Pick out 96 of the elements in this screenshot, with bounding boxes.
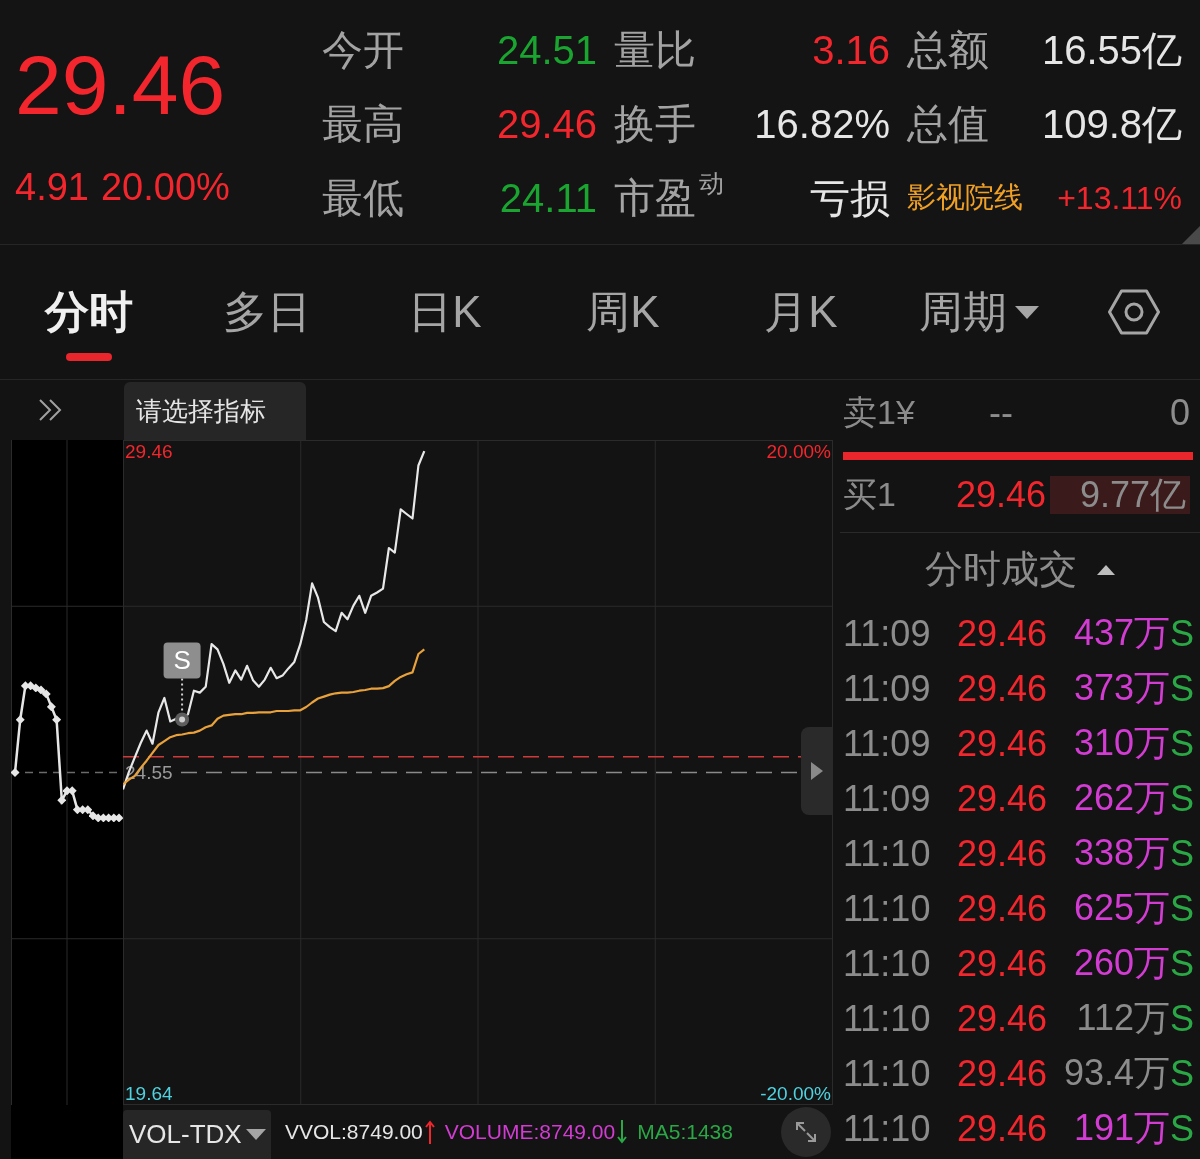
bid-price: 29.46: [955, 474, 1047, 516]
stat-value: 亏损: [809, 174, 890, 222]
ask-price: --: [988, 392, 1014, 434]
stat-value: 24.51: [495, 27, 597, 73]
trade-time: 11:09: [843, 777, 932, 820]
chart-tab[interactable]: 周期: [890, 245, 1068, 379]
bid-label: 买1: [843, 474, 897, 515]
indicator-dropdown[interactable]: VOL-TDX: [123, 1110, 271, 1159]
trade-side: S: [1170, 777, 1193, 820]
trade-volume: 310万: [1072, 721, 1170, 765]
price-axis-label: 19.64: [125, 1083, 173, 1105]
stat-label: 总值: [906, 99, 990, 149]
bid-volume: 9.77亿: [1050, 476, 1190, 514]
trade-side: S: [1170, 612, 1193, 655]
stat-label: 今开: [322, 25, 405, 75]
trade-time: 11:10: [843, 942, 932, 985]
trade-volume: 338万: [1072, 831, 1170, 875]
trade-side: S: [1170, 1052, 1193, 1095]
trade-volume: 262万: [1072, 776, 1170, 820]
arrow-down-icon: [617, 1120, 628, 1144]
trade-side: S: [1170, 1107, 1193, 1150]
trade-side: S: [1170, 887, 1193, 930]
stat-label: 总额: [906, 25, 990, 75]
ask-volume: 0: [1168, 392, 1190, 434]
trade-volume: 437万: [1072, 611, 1170, 655]
trade-price: 29.46: [955, 887, 1047, 930]
trade-price: 29.46: [955, 612, 1047, 655]
expand-handle[interactable]: [801, 727, 833, 815]
caret-right-icon: [811, 762, 823, 780]
trade-side: S: [1170, 832, 1193, 875]
trade-volume: 373万: [1072, 666, 1170, 710]
trade-volume: 191万: [1072, 1106, 1170, 1150]
settings-icon: [1108, 289, 1160, 335]
stat-value: 109.8亿: [1040, 100, 1182, 148]
trade-volume: 625万: [1072, 886, 1170, 930]
trade-price: 29.46: [955, 942, 1047, 985]
percent-change: 20.00%: [100, 165, 230, 209]
stat-label: 换手: [613, 99, 697, 149]
trade-time: 11:10: [843, 887, 932, 930]
trade-price: 29.46: [955, 722, 1047, 765]
trade-price: 29.46: [955, 1052, 1047, 1095]
stat-value: 3.16: [811, 27, 890, 73]
chart-tab[interactable]: 日K: [356, 245, 534, 379]
chart-tab[interactable]: 分时: [0, 245, 178, 379]
caret-up-icon[interactable]: [1097, 564, 1115, 575]
trade-price: 29.46: [955, 667, 1047, 710]
price-axis-label: 29.46: [125, 440, 173, 462]
stat-value: 16.55亿: [1040, 26, 1182, 74]
fullscreen-button[interactable]: [781, 1107, 831, 1157]
trade-time: 11:10: [843, 1052, 932, 1095]
trade-time: 11:10: [843, 997, 932, 1040]
stat-label: 市盈$^{动}$: [613, 170, 725, 223]
caret-down-icon: [1015, 305, 1039, 319]
trade-side: S: [1170, 942, 1193, 985]
price-change: 4.91: [15, 165, 89, 209]
chart-tab[interactable]: 多日: [178, 245, 356, 379]
sector-change: +13.11%: [1056, 179, 1182, 217]
trade-volume: 112万: [1075, 996, 1170, 1040]
trade-side: S: [1170, 722, 1193, 765]
percent-axis-label: 20.00%: [766, 440, 831, 462]
indicator-reading: VVOL:8749.00: [285, 1120, 423, 1144]
trade-price: 29.46: [955, 832, 1047, 875]
indicator-reading: VOLUME:8749.00: [444, 1120, 616, 1144]
trade-time: 11:09: [843, 667, 932, 710]
stat-label: 量比: [613, 25, 697, 75]
double-chevron-icon[interactable]: [37, 398, 63, 422]
annotation: S: [173, 645, 191, 676]
stat-label: 最高: [322, 99, 405, 149]
indicator-picker-button[interactable]: 请选择指标: [124, 382, 306, 440]
stat-value: 29.46: [495, 101, 597, 147]
ask-label: 卖1¥: [843, 392, 916, 433]
stat-value: 24.11: [498, 175, 597, 221]
percent-axis-label: -20.00%: [760, 1083, 831, 1105]
caret-down-icon: [245, 1129, 266, 1140]
chart-tab[interactable]: 月K: [712, 245, 890, 379]
stat-value: 16.82%: [753, 101, 890, 147]
chart-tab[interactable]: 周K: [534, 245, 712, 379]
fullscreen-icon: [794, 1120, 818, 1144]
sector-link[interactable]: 影视院线: [890, 178, 1034, 218]
trades-title[interactable]: 分时成交: [925, 544, 1077, 595]
trade-volume: 260万: [1072, 941, 1170, 985]
last-price: 29.46: [15, 40, 227, 130]
trade-volume: 93.4万: [1062, 1051, 1170, 1095]
trade-time: 11:09: [843, 612, 932, 655]
trade-side: S: [1170, 667, 1193, 710]
trade-side: S: [1170, 997, 1193, 1040]
indicator-reading: MA5:1438: [637, 1120, 733, 1144]
trade-price: 29.46: [955, 1107, 1047, 1150]
arrow-up-icon: [424, 1120, 435, 1144]
trade-price: 29.46: [955, 777, 1047, 820]
stat-label: 最低: [322, 173, 405, 223]
trade-time: 11:10: [843, 832, 932, 875]
trade-time: 11:10: [843, 1107, 932, 1150]
corner-triangle-icon: [1182, 226, 1200, 244]
trade-price: 29.46: [955, 997, 1047, 1040]
trade-time: 11:09: [843, 722, 932, 765]
